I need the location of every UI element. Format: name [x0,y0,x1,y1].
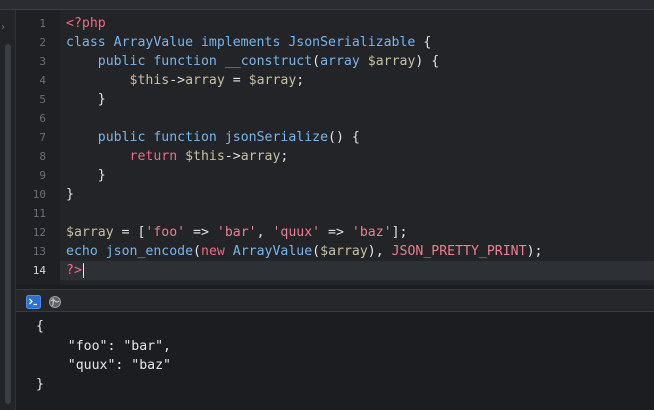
code-line[interactable]: $array = ['foo' => 'bar', 'quux' => 'baz… [66,223,407,242]
globe-icon[interactable] [48,294,63,308]
line-number: 7 [39,131,46,144]
code-token: $this [66,73,170,88]
code-token: , [256,225,273,240]
code-token: array [240,149,281,164]
code-token: 'baz' [351,225,392,240]
code-token: __construct [224,54,313,69]
output-line: { [36,319,44,334]
code-token: return [66,149,186,164]
console-toolbar [16,289,654,312]
left-sidebar-toggle[interactable]: › [0,10,16,410]
current-line-highlight [60,261,654,280]
php-playground: › { "foo": "bar", "quux": "baz" } 123 4 … [0,0,654,410]
code-token: ), [367,244,392,259]
code-token: 'bar' [216,225,257,240]
code-token: ( [193,244,201,259]
code-token: } [66,187,74,202]
sidebar-handle[interactable] [5,44,11,404]
console-output: { "foo": "bar", "quux": "baz" } [16,312,654,410]
output-line: "foo": "bar", [36,339,171,354]
code-line[interactable]: } [66,166,106,185]
code-token: $array [320,244,368,259]
code-line[interactable]: } [66,90,106,109]
line-number: 9 [39,169,46,182]
code-token: ); [526,244,543,259]
line-number: 4 [39,74,46,87]
code-token: => [320,225,352,240]
code-token: = [232,73,249,88]
code-token: ( [312,54,321,69]
code-token: } [66,92,106,107]
line-number: 13 [32,245,46,258]
code-line[interactable]: $this->array = $array; [66,71,305,90]
code-token: json_encode [105,244,194,259]
code-token: => [185,225,217,240]
terminal-icon[interactable] [26,294,41,309]
code-token: ; [280,149,289,164]
code-token: <?php [66,16,106,31]
code-token: ; [296,73,305,88]
code-token: ( [312,244,321,259]
code-line[interactable]: ?> [66,261,85,280]
code-token: = [ [121,225,146,240]
code-token: -> [224,149,241,164]
code-token: $array [66,225,122,240]
code-token: implements [200,35,289,50]
code-token: function [153,54,225,69]
line-number: 6 [39,112,46,125]
code-line[interactable]: } [66,185,74,204]
code-token: ) { [415,54,440,69]
code-token: { [423,35,432,50]
line-number: 11 [32,207,46,220]
code-token: JSON_PRETTY_PRINT [391,244,527,259]
line-number: 5 [39,93,46,106]
code-token: public [66,130,154,145]
code-token: new [201,244,233,259]
line-number: 10 [32,188,46,201]
code-line[interactable]: return $this->array; [66,147,289,166]
line-number: 1 [39,17,46,30]
code-token: () { [328,130,360,145]
code-token: 'foo' [145,225,186,240]
code-token: -> [169,73,186,88]
code-token: $this [185,149,225,164]
line-number: 8 [39,150,46,163]
code-token: JsonSerializable [288,35,424,50]
output-line: } [36,377,44,392]
code-line[interactable]: public function jsonSerialize() { [66,128,360,147]
code-token: ArrayValue [113,35,201,50]
code-token: ArrayValue [232,244,313,259]
code-token: jsonSerialize [224,130,329,145]
chevron-right-icon[interactable]: › [1,22,5,33]
code-token: $array [367,54,416,69]
code-line[interactable]: echo json_encode(new ArrayValue($array),… [66,242,542,261]
code-token: 'quux' [272,225,321,240]
code-token: ?> [66,263,82,278]
output-line: "quux": "baz" [36,358,171,373]
code-token: array [320,54,368,69]
code-token: array [185,73,233,88]
code-token: echo [66,244,106,259]
code-token: public [66,54,154,69]
code-line[interactable]: public function __construct(array $array… [66,52,439,71]
code-line[interactable]: class ArrayValue implements JsonSerializ… [66,33,431,52]
top-toolbar [0,0,654,10]
code-token: class [66,35,114,50]
line-number: 14 [32,264,46,277]
line-number: 12 [32,226,46,239]
code-token: } [66,168,106,183]
text-caret [82,262,85,278]
line-number: 3 [39,55,46,68]
code-token: ]; [391,225,408,240]
code-line[interactable]: <?php [66,14,106,33]
line-number: 2 [39,36,46,49]
code-token: $array [248,73,297,88]
code-token: function [153,130,225,145]
